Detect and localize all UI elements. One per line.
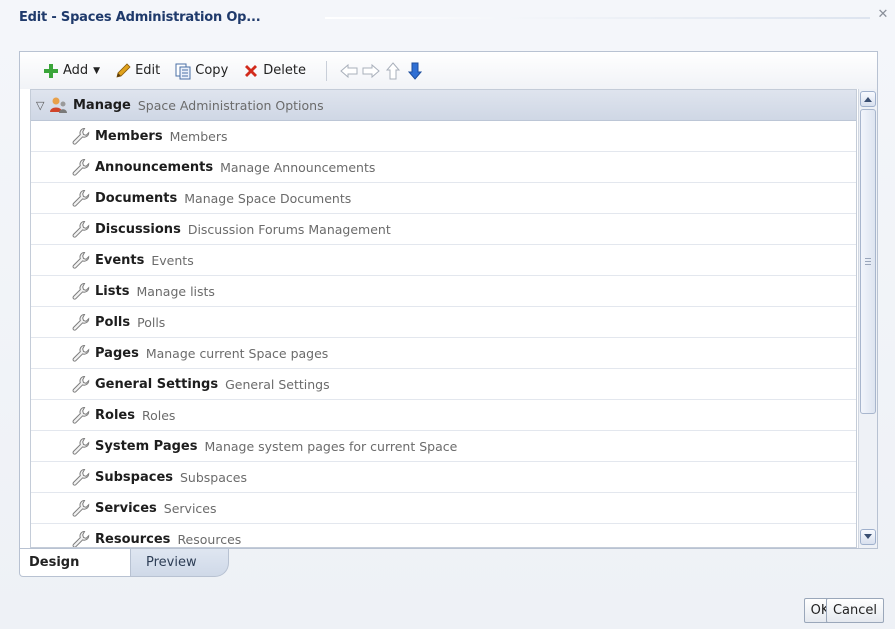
tree-item-name: Polls — [95, 314, 131, 330]
wrench-icon — [71, 405, 91, 425]
tree-item-name: Documents — [95, 190, 178, 206]
arrow-right-icon[interactable] — [361, 61, 381, 81]
tree-row[interactable]: Subspaces Subspaces — [31, 462, 856, 493]
add-button[interactable]: Add ▼ — [42, 59, 100, 83]
tree-item-name: Members — [95, 128, 163, 144]
tree-item-description: Members — [169, 128, 228, 144]
scrollbar-thumb[interactable] — [860, 109, 876, 414]
tree-row[interactable]: Roles Roles — [31, 400, 856, 431]
tree-item-description: Roles — [141, 407, 176, 423]
tree-item-name: Pages — [95, 345, 139, 361]
expand-toggle-icon[interactable]: ▽ — [36, 99, 49, 112]
delete-icon — [242, 62, 260, 80]
add-icon — [42, 62, 60, 80]
scroll-down-button[interactable] — [860, 529, 876, 545]
chevron-down-icon: ▼ — [93, 65, 101, 76]
tree-item-name: Services — [95, 500, 157, 516]
arrow-up-icon[interactable] — [383, 61, 403, 81]
pencil-icon — [114, 62, 132, 80]
tree-item-name: General Settings — [95, 376, 219, 392]
tree-item-name: Events — [95, 252, 145, 268]
wrench-icon — [71, 529, 91, 547]
edit-label: Edit — [135, 63, 161, 78]
tree-item-description: General Settings — [225, 376, 330, 392]
wrench-icon — [71, 157, 91, 177]
scroll-up-button[interactable] — [860, 91, 876, 107]
tree-row[interactable]: Discussions Discussion Forums Management — [31, 214, 856, 245]
wrench-icon — [71, 498, 91, 518]
tree-item-description: Manage Space Documents — [184, 190, 352, 206]
tree-item-description: Subspaces — [180, 469, 247, 485]
tab-bar: Design Preview — [19, 549, 419, 579]
tree-row[interactable]: Documents Manage Space Documents — [31, 183, 856, 214]
tree-item-name: Announcements — [95, 159, 214, 175]
wrench-icon — [71, 250, 91, 270]
copy-icon — [174, 62, 192, 80]
tree-row[interactable]: System Pages Manage system pages for curr… — [31, 431, 856, 462]
wrench-icon — [71, 281, 91, 301]
tree-row[interactable]: Pages Manage current Space pages — [31, 338, 856, 369]
wrench-icon — [71, 343, 91, 363]
tab-preview[interactable]: Preview — [115, 549, 229, 577]
toolbar: Add ▼ Edit Copy Delete — [20, 52, 877, 89]
tree-item-name: Discussions — [95, 221, 181, 237]
wrench-icon — [71, 126, 91, 146]
tree-item-description: Manage Announcements — [220, 159, 376, 175]
tree-item-description: Manage system pages for current Space — [204, 438, 458, 454]
tree-row[interactable]: Announcements Manage Announcements — [31, 152, 856, 183]
tree-item-description: Events — [151, 252, 194, 268]
wrench-icon — [71, 219, 91, 239]
wrench-icon — [71, 312, 91, 332]
wrench-icon — [71, 374, 91, 394]
tree-row-root[interactable]: ▽ Manage Space Administration Options — [31, 90, 856, 121]
tree-item-name: Lists — [95, 283, 130, 299]
tree-row[interactable]: Members Members — [31, 121, 856, 152]
grip-icon — [865, 258, 871, 265]
tree-item-name: Manage — [73, 97, 131, 113]
toolbar-separator — [325, 60, 327, 81]
wrench-icon — [71, 436, 91, 456]
tree-item-name: System Pages — [95, 438, 198, 454]
tree-row[interactable]: General Settings General Settings — [31, 369, 856, 400]
tree-item-name: Subspaces — [95, 469, 173, 485]
tree-row[interactable]: Lists Manage lists — [31, 276, 856, 307]
arrow-down-icon[interactable] — [405, 61, 425, 81]
dialog-title: Edit - Spaces Administration Op... — [19, 10, 261, 25]
tree-row[interactable]: Events Events — [31, 245, 856, 276]
copy-button[interactable]: Copy — [174, 59, 228, 83]
wrench-icon — [71, 467, 91, 487]
tree-item-description: Space Administration Options — [137, 97, 324, 113]
arrow-left-icon[interactable] — [339, 61, 359, 81]
tree-item-description: Discussion Forums Management — [187, 221, 391, 237]
tab-design[interactable]: Design — [19, 549, 131, 577]
add-label: Add — [63, 63, 89, 78]
delete-button[interactable]: Delete — [242, 59, 306, 83]
tree-item-description: Resources — [177, 531, 242, 547]
title-divider — [325, 17, 870, 19]
vertical-scrollbar[interactable] — [858, 89, 877, 548]
cancel-button[interactable]: Cancel — [826, 598, 884, 623]
tree-view: ▽ Manage Space Administration Options Me… — [30, 89, 857, 548]
tree-item-description: Polls — [137, 314, 166, 330]
tree-item-description: Services — [163, 500, 217, 516]
close-icon[interactable]: ✕ — [876, 8, 890, 22]
tree-item-description: Manage lists — [136, 283, 215, 299]
tree-row[interactable]: Polls Polls — [31, 307, 856, 338]
tree-item-description: Manage current Space pages — [145, 345, 329, 361]
tree-row[interactable]: Resources Resources — [31, 524, 856, 547]
tree-item-name: Resources — [95, 531, 171, 547]
copy-label: Copy — [195, 63, 229, 78]
tree-item-name: Roles — [95, 407, 135, 423]
wrench-icon — [71, 188, 91, 208]
dialog-title-bar: Edit - Spaces Administration Op... ✕ — [0, 0, 895, 34]
users-icon — [49, 95, 69, 115]
tree-row[interactable]: Services Services — [31, 493, 856, 524]
delete-label: Delete — [263, 63, 306, 78]
edit-button[interactable]: Edit — [114, 59, 160, 83]
editor-panel: Add ▼ Edit Copy Delete ▽ Manage Space Ad… — [19, 51, 878, 549]
